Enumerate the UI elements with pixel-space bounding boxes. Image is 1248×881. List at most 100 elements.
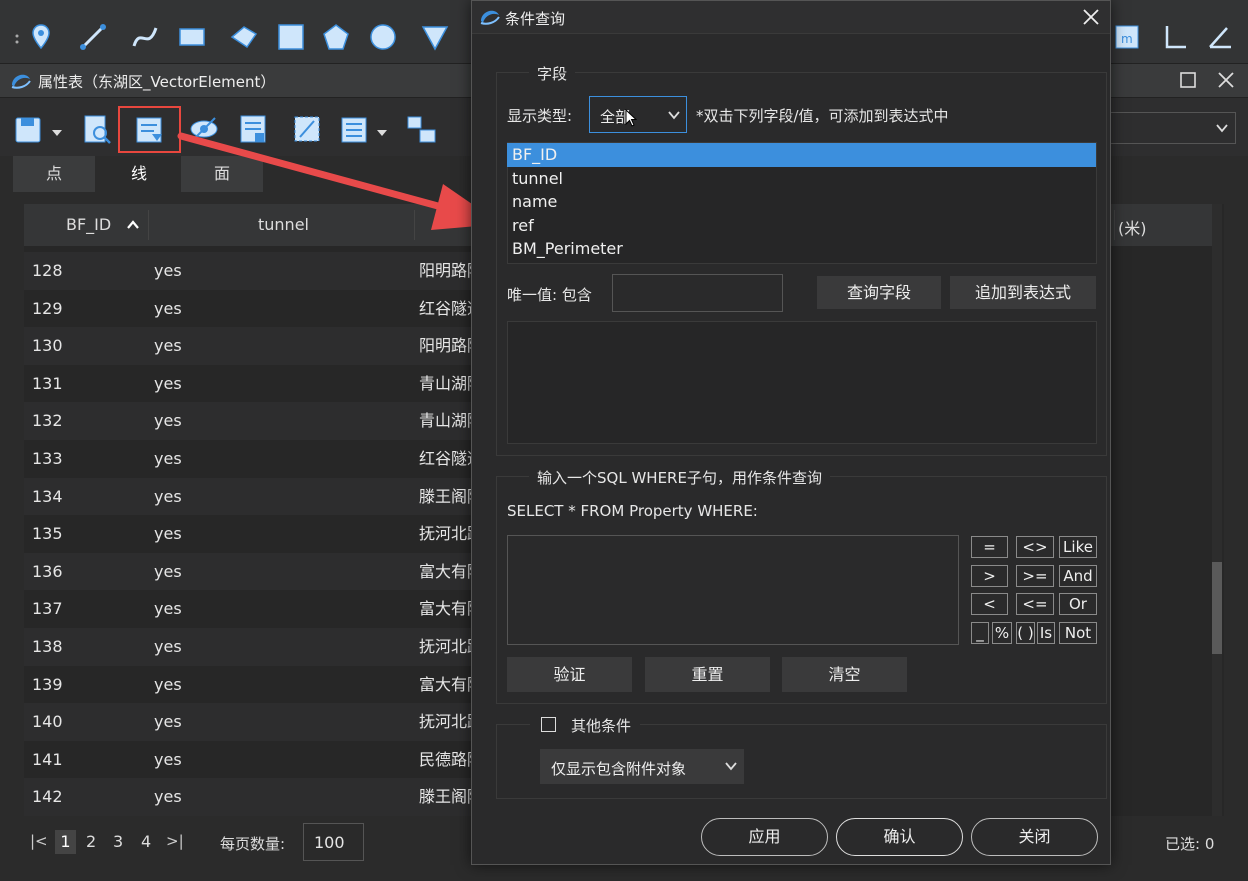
cell-name: 民德路隧道 <box>419 749 474 769</box>
table-row[interactable]: 130 yes 阳明路隧道 <box>24 327 474 365</box>
op-or-button[interactable]: Or <box>1059 593 1097 615</box>
op-not-equal-button[interactable]: <> <box>1016 536 1054 558</box>
op-like-button[interactable]: Like <box>1059 536 1097 558</box>
annotation-arrow <box>177 132 501 230</box>
cell-tunnel: yes <box>154 373 182 393</box>
close-button[interactable]: 关闭 <box>971 818 1098 856</box>
field-list-item[interactable]: tunnel <box>507 167 1096 191</box>
circle-tool-icon[interactable] <box>368 22 398 52</box>
table-row[interactable]: 129 yes 红谷隧道 <box>24 289 474 328</box>
unique-value-input[interactable] <box>612 274 783 312</box>
condition-query-icon[interactable] <box>134 112 166 146</box>
grid-scrollbar[interactable] <box>1212 204 1222 816</box>
cell-name: 滕王阁隧道 <box>419 787 474 807</box>
display-type-select[interactable]: 全部 <box>589 96 687 133</box>
sort-ascending-icon[interactable] <box>126 220 140 230</box>
dialog-logo-icon <box>480 10 500 25</box>
op-and-button[interactable]: And <box>1059 565 1097 587</box>
table-row[interactable]: 142 yes 滕王阁隧道 <box>24 778 474 816</box>
table-row[interactable]: 140 yes 抚河北路 <box>24 703 474 741</box>
op-parentheses-button[interactable]: ( ) <box>1016 622 1035 644</box>
op-less-equal-button[interactable]: <= <box>1016 593 1054 615</box>
preview-icon[interactable] <box>82 112 114 146</box>
curve-tool-icon[interactable] <box>130 22 160 52</box>
table-row[interactable]: 137 yes 富大有隧道 <box>24 590 474 628</box>
op-percent-button[interactable]: % <box>992 622 1012 644</box>
op-less-button[interactable]: < <box>971 593 1008 615</box>
line-tool-icon[interactable] <box>78 22 108 52</box>
sql-where-input[interactable] <box>507 535 959 645</box>
right-dropdown[interactable] <box>1110 112 1236 144</box>
last-page-button[interactable]: >| <box>166 832 184 850</box>
measure-area-icon[interactable]: m <box>1112 22 1142 52</box>
measure-angle-icon[interactable] <box>1205 22 1235 52</box>
cell-name: 青山湖隧道 <box>419 373 474 393</box>
table-row[interactable]: 141 yes 民德路隧道 <box>24 740 474 779</box>
dialog-titlebar: 条件查询 <box>472 1 1110 34</box>
column-header-perimeter-unit[interactable]: (米) <box>1118 215 1147 239</box>
apply-button[interactable]: 应用 <box>701 818 828 856</box>
cell-bf-id: 133 <box>32 449 63 468</box>
per-page-input[interactable]: 100 <box>303 823 364 861</box>
page-4-button[interactable]: 4 <box>141 832 151 851</box>
op-equal-button[interactable]: = <box>971 536 1008 558</box>
maximize-icon[interactable] <box>1178 70 1198 90</box>
field-list-item[interactable]: BM_Perimeter <box>507 237 1096 261</box>
table-row[interactable]: 136 yes 富大有隧道 <box>24 552 474 591</box>
confirm-button[interactable]: 确认 <box>836 818 963 856</box>
op-not-button[interactable]: Not <box>1059 622 1097 644</box>
field-list-item[interactable]: ref <box>507 214 1096 238</box>
clear-button[interactable]: 清空 <box>782 657 907 692</box>
scrollbar-thumb[interactable] <box>1212 562 1222 654</box>
op-is-button[interactable]: Is <box>1037 622 1055 644</box>
polyline-tool-icon[interactable] <box>229 22 259 52</box>
reset-button[interactable]: 重置 <box>645 657 770 692</box>
field-list-item[interactable]: BF_ID <box>507 143 1096 167</box>
table-row[interactable]: 134 yes 滕王阁隧道 <box>24 477 474 516</box>
field-list-item[interactable]: name <box>507 190 1096 214</box>
append-to-expression-button[interactable]: 追加到表达式 <box>950 276 1096 309</box>
dialog-close-icon[interactable] <box>1081 7 1101 27</box>
close-window-icon[interactable] <box>1216 70 1236 90</box>
verify-button[interactable]: 验证 <box>507 657 632 692</box>
other-conditions-checkbox[interactable] <box>541 717 556 732</box>
op-underscore-button[interactable]: _ <box>971 622 989 644</box>
page-1-button[interactable]: 1 <box>55 830 76 854</box>
table-row[interactable]: 133 yes 红谷隧道 <box>24 440 474 478</box>
save-icon[interactable] <box>14 112 46 146</box>
cell-name: 富大有隧道 <box>419 561 474 581</box>
op-greater-equal-button[interactable]: >= <box>1016 565 1054 587</box>
cell-name: 富大有隧道 <box>419 674 474 694</box>
table-row[interactable]: 128 yes 阳明路隧道 <box>24 252 474 290</box>
point-marker-icon[interactable] <box>26 22 56 52</box>
cell-name: 滕王阁隧道 <box>419 486 474 506</box>
cell-bf-id: 138 <box>32 637 63 656</box>
cell-bf-id: 132 <box>32 411 63 431</box>
display-type-label: 显示类型: <box>507 107 573 125</box>
cell-name: 抚河北路 <box>419 712 474 732</box>
column-header-bf-id[interactable]: BF_ID <box>66 215 111 234</box>
unique-value-list[interactable] <box>507 321 1097 444</box>
tab-point[interactable]: 点 <box>13 156 95 192</box>
op-greater-button[interactable]: > <box>971 565 1008 587</box>
table-row[interactable]: 131 yes 青山湖隧道 <box>24 364 474 403</box>
save-dropdown-chevron-icon[interactable] <box>51 124 63 136</box>
first-page-button[interactable]: |< <box>30 832 48 850</box>
attachment-filter-select[interactable]: 仅显示包含附件对象 <box>540 749 744 784</box>
square-tool-icon[interactable] <box>276 22 306 52</box>
page-3-button[interactable]: 3 <box>113 832 123 851</box>
table-row[interactable]: 132 yes 青山湖隧道 <box>24 402 474 440</box>
svg-text:m: m <box>1121 32 1133 46</box>
table-row[interactable]: 138 yes 抚河北路 <box>24 628 474 666</box>
field-group-label: 字段 <box>529 63 576 84</box>
tab-line[interactable]: 线 <box>98 156 180 192</box>
pentagon-tool-icon[interactable] <box>321 22 351 52</box>
rectangle-tool-icon[interactable] <box>177 22 207 52</box>
table-row[interactable]: 139 yes 富大有隧道 <box>24 665 474 704</box>
cell-name: 红谷隧道 <box>419 298 474 318</box>
query-field-button[interactable]: 查询字段 <box>817 276 941 309</box>
page-2-button[interactable]: 2 <box>86 832 96 851</box>
table-row[interactable]: 135 yes 抚河北路 <box>24 515 474 553</box>
measure-distance-icon[interactable] <box>1160 22 1190 52</box>
sector-tool-icon[interactable] <box>420 22 450 52</box>
